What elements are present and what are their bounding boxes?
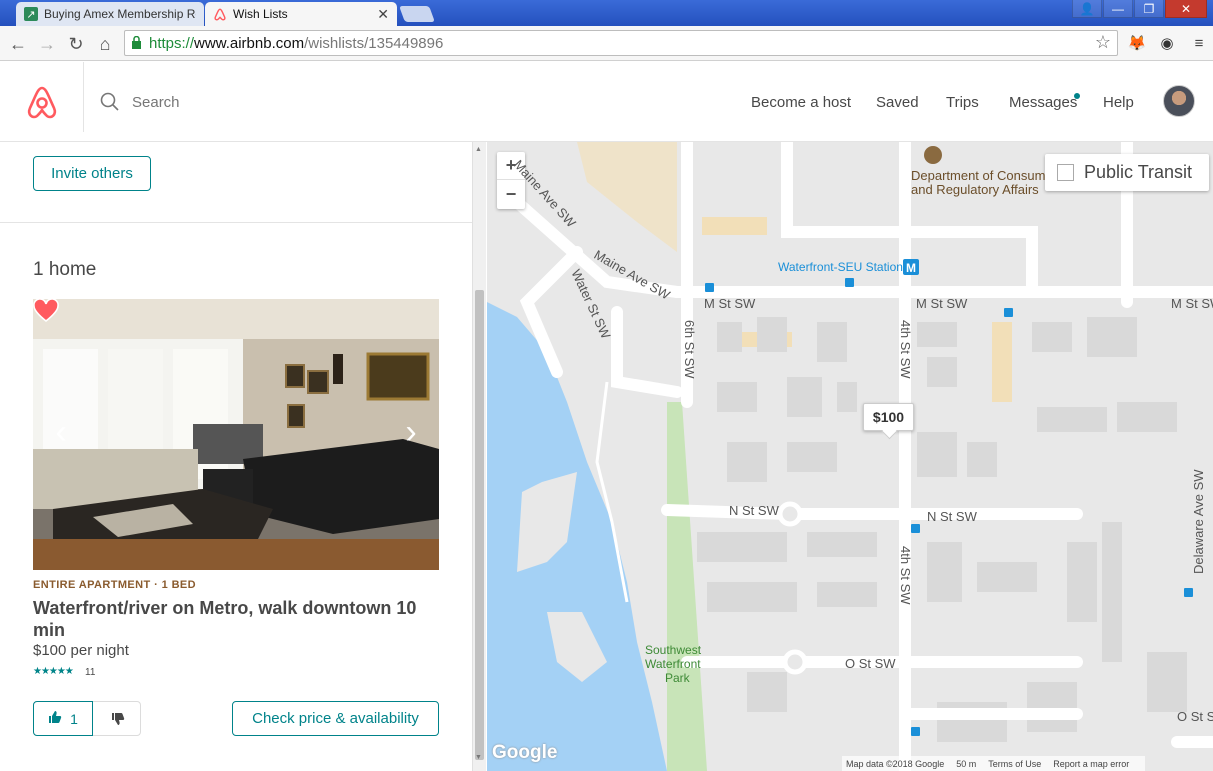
- browser-tab-amex[interactable]: ↗ Buying Amex Membership Re: [16, 2, 204, 26]
- street-label: N St SW: [729, 503, 779, 518]
- window-close-icon[interactable]: ✕: [1165, 0, 1207, 18]
- park-label: Southwest: [645, 643, 702, 657]
- street-label: Delaware Ave SW: [1191, 469, 1206, 574]
- scrollbar[interactable]: ▲ ▼: [472, 142, 486, 771]
- extension-eye-icon[interactable]: ◉: [1157, 33, 1177, 53]
- price-marker[interactable]: $100: [863, 403, 914, 431]
- scroll-thumb[interactable]: [475, 290, 484, 760]
- street-label: 4th St SW: [898, 546, 913, 605]
- home-icon[interactable]: ⌂: [93, 32, 117, 56]
- chevron-left-icon[interactable]: ‹: [49, 415, 73, 449]
- street-label: N St SW: [927, 509, 977, 524]
- avatar[interactable]: [1163, 85, 1195, 117]
- nav-saved[interactable]: Saved: [876, 94, 919, 111]
- new-tab-button[interactable]: [399, 6, 435, 22]
- listing-price: $100 per night: [33, 642, 129, 659]
- zoom-out-button[interactable]: −: [497, 180, 525, 208]
- transit-label: Public Transit: [1084, 162, 1193, 182]
- downvote-button[interactable]: [94, 702, 141, 735]
- airbnb-logo-icon[interactable]: [25, 84, 59, 120]
- street-label: O St SW: [845, 656, 896, 671]
- url-host: www.airbnb.com: [194, 34, 305, 52]
- nav-help[interactable]: Help: [1103, 94, 1134, 111]
- url-path: /wishlists/135449896: [304, 34, 444, 52]
- address-bar[interactable]: https://www.airbnb.com/wishlists/1354498…: [124, 30, 1118, 56]
- chevron-right-icon[interactable]: ›: [399, 415, 423, 449]
- site-header: Become a host Saved Trips Messages Help: [0, 62, 1213, 142]
- street-label: 6th St SW: [682, 320, 697, 379]
- tab-title: Buying Amex Membership Re: [44, 7, 196, 21]
- transit-checkbox[interactable]: [1057, 164, 1074, 181]
- poi-label: and Regulatory Affairs: [911, 182, 1039, 197]
- section-divider: [0, 222, 472, 223]
- poi-label: Department of Consum: [911, 168, 1046, 183]
- street-label: 4th St SW: [898, 320, 913, 379]
- search-input[interactable]: [124, 88, 524, 116]
- tab-title: Wish Lists: [233, 7, 288, 21]
- google-logo: Google: [492, 742, 558, 763]
- nav-messages[interactable]: Messages: [1009, 94, 1077, 111]
- invite-others-button[interactable]: Invite others: [33, 156, 151, 191]
- listing-type: ENTIRE APARTMENT · 1 BED: [33, 579, 196, 591]
- scroll-up-icon[interactable]: ▲: [475, 146, 482, 153]
- forward-icon[interactable]: →: [35, 32, 59, 56]
- browser-toolbar: ← → ↻ ⌂ https://www.airbnb.com/wishlists…: [0, 26, 1213, 61]
- park-label: Waterfront: [645, 657, 701, 671]
- map-data-label: Map data ©2018 Google: [846, 758, 945, 769]
- street-label: M St SW: [916, 296, 968, 311]
- upvote-count: 1: [70, 710, 78, 727]
- check-price-button[interactable]: Check price & availability: [232, 701, 439, 736]
- thumbs-up-icon: [48, 710, 62, 727]
- lock-icon: [132, 36, 141, 49]
- header-divider: [83, 62, 84, 132]
- homes-count: 1 home: [33, 259, 97, 280]
- nav-become-host[interactable]: Become a host: [751, 94, 851, 111]
- wishlist-panel: Invite others 1 home ‹ › ENTIRE APARTMEN…: [0, 142, 472, 771]
- menu-icon[interactable]: ≡: [1189, 33, 1209, 53]
- report-link[interactable]: Report a map error: [1053, 759, 1129, 769]
- browser-tab-wishlists[interactable]: Wish Lists ✕: [205, 2, 397, 26]
- notification-dot: [1074, 93, 1080, 99]
- thumbs-down-icon: [111, 712, 124, 725]
- bookmark-star-icon[interactable]: ☆: [1095, 32, 1111, 53]
- metamask-icon[interactable]: 🦊: [1127, 33, 1147, 53]
- map-canvas: M: [487, 142, 1213, 771]
- listing-photo[interactable]: ‹ ›: [33, 299, 439, 570]
- back-icon[interactable]: ←: [6, 32, 30, 56]
- reload-icon[interactable]: ↻: [64, 32, 88, 56]
- close-icon[interactable]: ✕: [377, 6, 389, 23]
- park-label: Park: [665, 671, 690, 685]
- user-icon[interactable]: 👤: [1072, 0, 1102, 18]
- review-count: 11: [85, 667, 96, 678]
- terms-link[interactable]: Terms of Use: [988, 759, 1041, 769]
- street-label: M St SW: [704, 296, 756, 311]
- scale-label: 50 m: [956, 758, 977, 769]
- maximize-icon[interactable]: ❐: [1134, 0, 1164, 18]
- public-transit-toggle[interactable]: Public Transit: [1045, 154, 1209, 191]
- street-label: M St SW: [1171, 296, 1213, 311]
- minimize-icon[interactable]: —: [1103, 0, 1133, 18]
- station-label: Waterfront-SEU Station: [778, 260, 903, 274]
- external-link-icon: ↗: [24, 7, 38, 21]
- street-label: O St SW: [1177, 709, 1213, 724]
- rating-stars: ★★★★★: [33, 666, 74, 677]
- airbnb-favicon-icon: [213, 7, 227, 21]
- map-attribution: Map data ©2018 Google 50 m Terms of Use …: [842, 756, 1146, 771]
- heart-icon[interactable]: [33, 299, 59, 323]
- upvote-button[interactable]: 1: [33, 701, 93, 736]
- map[interactable]: M + − Public Transit Maine Ave SW Maine …: [487, 142, 1213, 771]
- svg-text:M: M: [906, 261, 916, 275]
- scroll-down-icon[interactable]: ▼: [475, 754, 482, 761]
- url-protocol: https://: [149, 34, 195, 52]
- listing-photo-image: [33, 299, 439, 570]
- search-icon: [100, 92, 119, 111]
- window-controls: 👤 — ❐ ✕: [1071, 0, 1207, 18]
- browser-tab-bar: ↗ Buying Amex Membership Re Wish Lists ✕…: [0, 0, 1213, 26]
- nav-trips[interactable]: Trips: [946, 94, 979, 111]
- listing-title[interactable]: Waterfront/river on Metro, walk downtown…: [33, 597, 439, 641]
- vote-group: 1: [33, 701, 141, 736]
